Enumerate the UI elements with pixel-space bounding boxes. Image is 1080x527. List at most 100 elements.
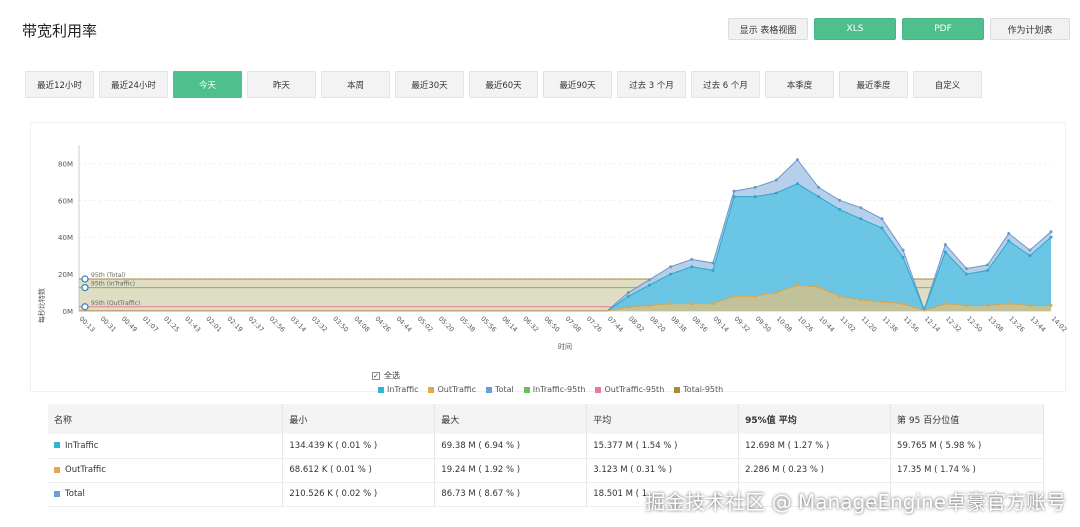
in-traffic-series-point: [669, 272, 673, 276]
x-tick-label: 10:44: [817, 315, 836, 334]
x-tick-label: 11:56: [902, 315, 921, 334]
x-tick-label: 03:50: [331, 315, 350, 334]
bandwidth-chart: 0M 20M 40M 60M 80M 95th (Total) 95th (InTraffi…: [58, 145, 1067, 351]
range-last-90d[interactable]: 最近90天: [543, 71, 612, 98]
total-series-point: [711, 261, 715, 265]
range-last-12h[interactable]: 最近12小时: [25, 71, 94, 98]
percentile-marker: [81, 303, 89, 311]
out-traffic-series-point: [817, 285, 821, 289]
out-traffic-series-point: [943, 302, 947, 306]
x-tick-label: 07:44: [606, 315, 625, 334]
table-row: OutTraffic 68.612 K ( 0.01 % ) 19.24 M (…: [48, 458, 1044, 483]
x-tick-label: 08:56: [690, 315, 709, 334]
total-series-point: [817, 185, 821, 189]
x-tick-label: 12:32: [944, 315, 963, 334]
total-series-point: [880, 217, 884, 221]
x-tick-label: 13:08: [986, 315, 1005, 334]
in-traffic-series-point: [690, 265, 694, 269]
out-traffic-series-point: [1049, 303, 1053, 307]
x-tick-label: 02:19: [225, 315, 244, 334]
legend-in-traffic[interactable]: InTraffic: [378, 385, 418, 394]
range-yesterday[interactable]: 昨天: [247, 71, 316, 98]
export-pdf-button[interactable]: PDF: [902, 18, 984, 40]
in-traffic-series-point: [732, 195, 736, 199]
percentile-marker: [81, 275, 89, 283]
range-custom[interactable]: 自定义: [913, 71, 982, 98]
select-all-label: 全选: [384, 371, 400, 380]
total-series-point: [774, 178, 778, 182]
range-past-3m[interactable]: 过去 3 个月: [617, 71, 686, 98]
total-series-point: [669, 265, 673, 269]
stats-header-row: 名称 最小 最大 平均 95%值 平均 第 95 百分位值: [48, 404, 1044, 434]
in-traffic-series-point: [774, 191, 778, 195]
legend-in-95th[interactable]: InTraffic-95th: [523, 385, 585, 394]
x-tick-label: 04:08: [352, 315, 371, 334]
x-tick-label: 02:56: [268, 315, 287, 334]
x-tick-label: 02:37: [247, 315, 266, 334]
col-avg-header: 平均: [586, 404, 740, 434]
schedule-button[interactable]: 作为计划表: [990, 18, 1070, 40]
legend-swatch: [428, 386, 435, 393]
table-row: InTraffic 134.439 K ( 0.01 % ) 69.38 M (…: [48, 434, 1044, 459]
total-series-point: [732, 189, 736, 193]
in-traffic-series-point: [1028, 254, 1032, 258]
series-color-dot: [54, 490, 60, 497]
out-traffic-series-point: [774, 291, 778, 295]
x-tick-label: 05:38: [458, 315, 477, 334]
out-traffic-series-point: [901, 302, 905, 306]
x-tick-label: 05:20: [437, 315, 456, 334]
legend-label: OutTraffic: [437, 385, 477, 394]
row-name: OutTraffic: [48, 458, 284, 483]
y-tick-label: 60M: [58, 197, 73, 205]
total-series-point: [753, 185, 757, 189]
total-series-point: [838, 198, 842, 202]
legend-total-95th[interactable]: Total-95th: [674, 385, 723, 394]
range-last-24h[interactable]: 最近24小时: [99, 71, 168, 98]
legend-out-95th[interactable]: OutTraffic-95th: [595, 385, 664, 394]
range-this-week[interactable]: 本周: [321, 71, 390, 98]
range-last-30d[interactable]: 最近30天: [395, 71, 464, 98]
total-series-point: [943, 243, 947, 247]
col-p95-header: 第 95 百分位值: [890, 404, 1044, 434]
x-tick-label: 14:02: [1050, 315, 1067, 334]
export-xls-button[interactable]: XLS: [814, 18, 896, 40]
in-traffic-series-point: [1049, 235, 1053, 239]
range-today[interactable]: 今天: [173, 71, 242, 98]
col-name-header: 名称: [48, 404, 284, 434]
in-traffic-series-point: [817, 195, 821, 199]
select-all-toggle[interactable]: ✓ 全选: [372, 370, 400, 381]
total-series-point: [986, 263, 990, 267]
select-all-checkbox[interactable]: ✓: [372, 371, 380, 380]
x-axis-title: 时间: [558, 342, 572, 351]
total-series-point: [964, 267, 968, 271]
in-traffic-series-point: [964, 272, 968, 276]
x-tick-label: 09:32: [733, 315, 752, 334]
in-traffic-series-point: [795, 182, 799, 186]
x-tick-label: 01:25: [162, 315, 181, 334]
chart-legend: InTraffic OutTraffic Total InTraffic-95t…: [378, 385, 723, 394]
out-traffic-series-point: [1007, 302, 1011, 306]
range-this-quarter[interactable]: 本季度: [765, 71, 834, 98]
x-tick-label: 02:01: [204, 315, 223, 334]
range-last-quarter[interactable]: 最近季度: [839, 71, 908, 98]
legend-swatch: [486, 386, 493, 393]
legend-out-traffic[interactable]: OutTraffic: [428, 385, 476, 394]
x-tick-label: 11:38: [881, 315, 900, 334]
legend-swatch: [378, 386, 384, 393]
table-view-button[interactable]: 显示 表格视图: [728, 18, 808, 40]
range-past-6m[interactable]: 过去 6 个月: [691, 71, 760, 98]
total-series-point: [901, 248, 905, 252]
row-min: 210.526 K ( 0.02 % ): [282, 482, 436, 507]
legend-total[interactable]: Total: [486, 385, 514, 394]
col-max-header: 最大: [434, 404, 588, 434]
legend-swatch: [523, 386, 530, 393]
legend-label: OutTraffic-95th: [604, 385, 665, 394]
range-last-60d[interactable]: 最近60天: [469, 71, 538, 98]
row-max: 69.38 M ( 6.94 % ): [434, 434, 588, 459]
total-series-point: [1007, 232, 1011, 236]
time-range-bar: 最近12小时 最近24小时 今天 昨天 本周 最近30天 最近60天 最近90天…: [25, 71, 982, 98]
x-tick-label: 09:14: [711, 315, 730, 334]
out-traffic-series-point: [838, 294, 842, 298]
x-tick-label: 03:14: [289, 315, 308, 334]
legend-swatch: [595, 386, 602, 393]
